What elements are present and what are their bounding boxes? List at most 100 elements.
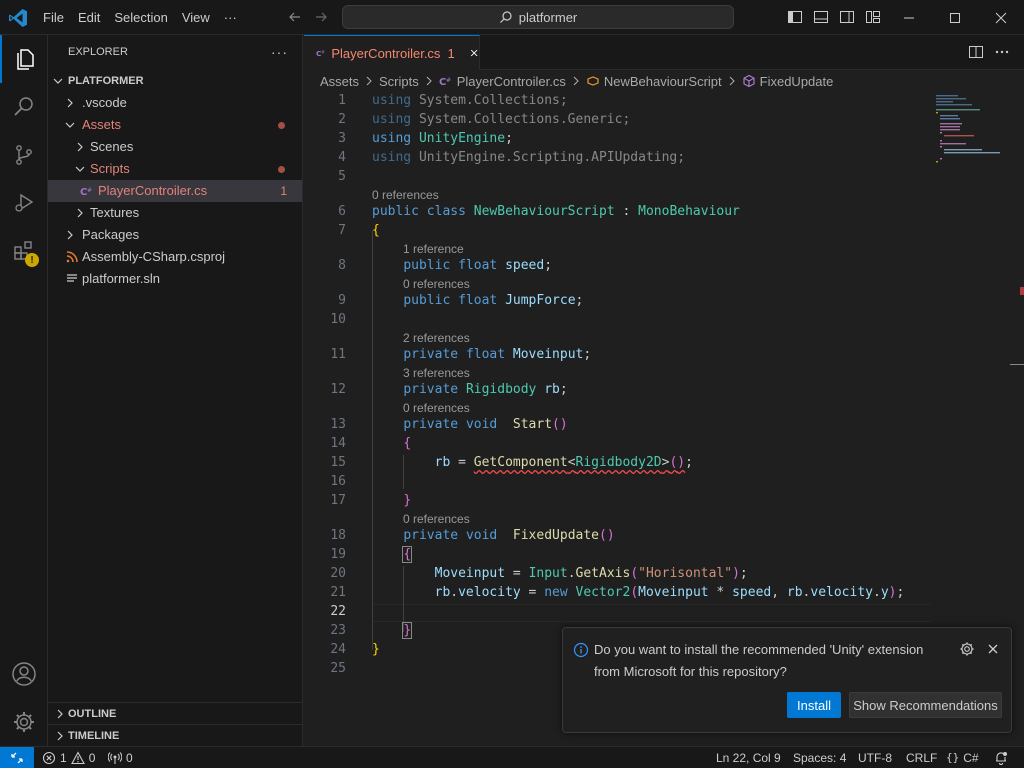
bell-dot-icon	[996, 752, 1007, 765]
minimize-icon	[904, 17, 914, 18]
menu-bar: File Edit Selection View ···	[36, 0, 244, 35]
toggle-primary-sidebar-icon[interactable]	[787, 9, 803, 25]
encoding[interactable]: UTF-8	[858, 747, 892, 768]
code-lens[interactable]: 1 reference	[403, 242, 464, 256]
rss-file-icon	[66, 251, 78, 263]
tree-item-assets[interactable]: Assets	[48, 114, 302, 136]
timeline-section[interactable]: TIMELINE	[48, 724, 302, 746]
chevron-right-icon	[57, 709, 63, 719]
breadcrumb-scripts[interactable]: Scripts	[379, 74, 419, 89]
toggle-secondary-sidebar-icon[interactable]	[839, 9, 855, 25]
more-actions-icon[interactable]	[994, 44, 1010, 60]
tree-item-label: Scenes	[90, 139, 134, 154]
tree-item-vscode[interactable]: .vscode	[48, 92, 302, 114]
line-number: 9	[338, 293, 346, 308]
menu-edit[interactable]: Edit	[71, 0, 107, 35]
breadcrumb-assets[interactable]: Assets	[320, 74, 359, 89]
vscode-logo-icon[interactable]	[8, 8, 28, 28]
split-editor-icon[interactable]	[968, 44, 984, 60]
outline-section[interactable]: OUTLINE	[48, 702, 302, 724]
workspace-root-label: PLATFORMER	[68, 75, 144, 87]
tree-item-scripts[interactable]: Scripts	[48, 158, 302, 180]
tree-item-sln[interactable]: platformer.sln	[48, 268, 302, 290]
tree-item-label: Assets	[82, 117, 122, 132]
code-lens[interactable]: 3 references	[403, 366, 470, 380]
close-icon[interactable]	[469, 46, 479, 60]
line-number: 6	[338, 204, 346, 219]
activity-extensions[interactable]: !	[0, 227, 48, 275]
maximize-icon	[950, 12, 960, 23]
line-number: 11	[330, 347, 346, 362]
line-number: 21	[330, 585, 346, 600]
line-number: 18	[330, 528, 346, 543]
notifications-button[interactable]	[994, 747, 1008, 768]
code-lens[interactable]: 0 references	[372, 188, 439, 202]
title-bar: File Edit Selection View ··· platformer	[0, 0, 1024, 35]
forward-arrow-icon[interactable]	[313, 9, 329, 25]
problems-indicator[interactable]: 1 0	[42, 747, 95, 768]
search-icon	[14, 97, 33, 116]
back-arrow-icon[interactable]	[287, 9, 303, 25]
line-number: 16	[330, 474, 346, 489]
command-center-search[interactable]: platformer	[342, 5, 734, 29]
line-number: 7	[338, 223, 346, 238]
customize-layout-icon[interactable]	[865, 9, 881, 25]
breadcrumb-file[interactable]: PlayerControiler.cs	[457, 74, 566, 89]
activity-bar: !	[0, 35, 48, 746]
explorer-more-button[interactable]: ···	[271, 35, 288, 70]
show-recommendations-button[interactable]: Show Recommendations	[849, 692, 1002, 718]
breadcrumb-class[interactable]: NewBehaviourScript	[604, 74, 722, 89]
code-line: rb = GetComponent<Rigidbody2D>();	[434, 455, 693, 470]
menu-more[interactable]: ···	[217, 0, 244, 35]
error-icon	[42, 751, 56, 765]
activity-manage[interactable]	[0, 698, 48, 746]
activity-accounts[interactable]	[0, 650, 48, 698]
timeline-label: TIMELINE	[68, 730, 120, 742]
activity-run-debug[interactable]	[0, 179, 48, 227]
minimap-lines	[936, 95, 1000, 163]
code-lens[interactable]: 2 references	[403, 331, 470, 345]
close-icon[interactable]	[985, 641, 1001, 657]
tree-item-textures[interactable]: Textures	[48, 202, 302, 224]
gear-icon[interactable]	[959, 641, 975, 657]
activity-source-control[interactable]	[0, 131, 48, 179]
remote-indicator[interactable]	[0, 747, 34, 768]
line-endings[interactable]: CRLF	[906, 747, 937, 768]
workspace-root[interactable]: PLATFORMER	[48, 70, 302, 92]
language-mode[interactable]: {} C#	[946, 747, 979, 768]
tree-item-playercontroiler[interactable]: C # PlayerControiler.cs 1	[48, 180, 302, 202]
cursor-position[interactable]: Ln 22, Col 9	[716, 747, 781, 768]
tab-playercontroiler[interactable]: C # PlayerControiler.cs 1	[304, 35, 480, 70]
line-number: 20	[330, 566, 346, 581]
indentation[interactable]: Spaces: 4	[793, 747, 846, 768]
install-button[interactable]: Install	[787, 692, 841, 718]
explorer-header: EXPLORER ···	[48, 35, 302, 70]
tree-item-packages[interactable]: Packages	[48, 224, 302, 246]
code-line: using System.Collections.Generic;	[372, 112, 631, 127]
code-line: using UnityEngine;	[372, 131, 513, 146]
ports-indicator[interactable]: 0	[108, 747, 133, 768]
breadcrumb-method[interactable]: FixedUpdate	[760, 74, 834, 89]
chevron-right-icon	[366, 76, 372, 86]
minimize-button[interactable]	[886, 0, 932, 35]
maximize-button[interactable]	[932, 0, 978, 35]
tree-item-scenes[interactable]: Scenes	[48, 136, 302, 158]
notification-message: Do you want to install the recommended '…	[594, 642, 924, 679]
error-scroll-marker	[1020, 287, 1024, 295]
menu-file[interactable]: File	[36, 0, 71, 35]
menu-selection[interactable]: Selection	[107, 0, 174, 35]
code-lens[interactable]: 0 references	[403, 401, 470, 415]
menu-view[interactable]: View	[175, 0, 217, 35]
code-line: private void FixedUpdate()	[403, 528, 615, 543]
tab-label: PlayerControiler.cs	[331, 45, 441, 61]
line-number: 19	[330, 547, 346, 562]
toggle-panel-icon[interactable]	[813, 9, 829, 25]
code-lens[interactable]: 0 references	[403, 512, 470, 526]
code-lens[interactable]: 0 references	[403, 277, 470, 291]
close-window-button[interactable]	[978, 0, 1024, 35]
activity-search[interactable]	[0, 83, 48, 131]
activity-explorer[interactable]	[0, 35, 48, 83]
line-number: 17	[330, 493, 346, 508]
tree-item-csproj[interactable]: Assembly-CSharp.csproj	[48, 246, 302, 268]
svg-text:#: #	[446, 77, 451, 84]
